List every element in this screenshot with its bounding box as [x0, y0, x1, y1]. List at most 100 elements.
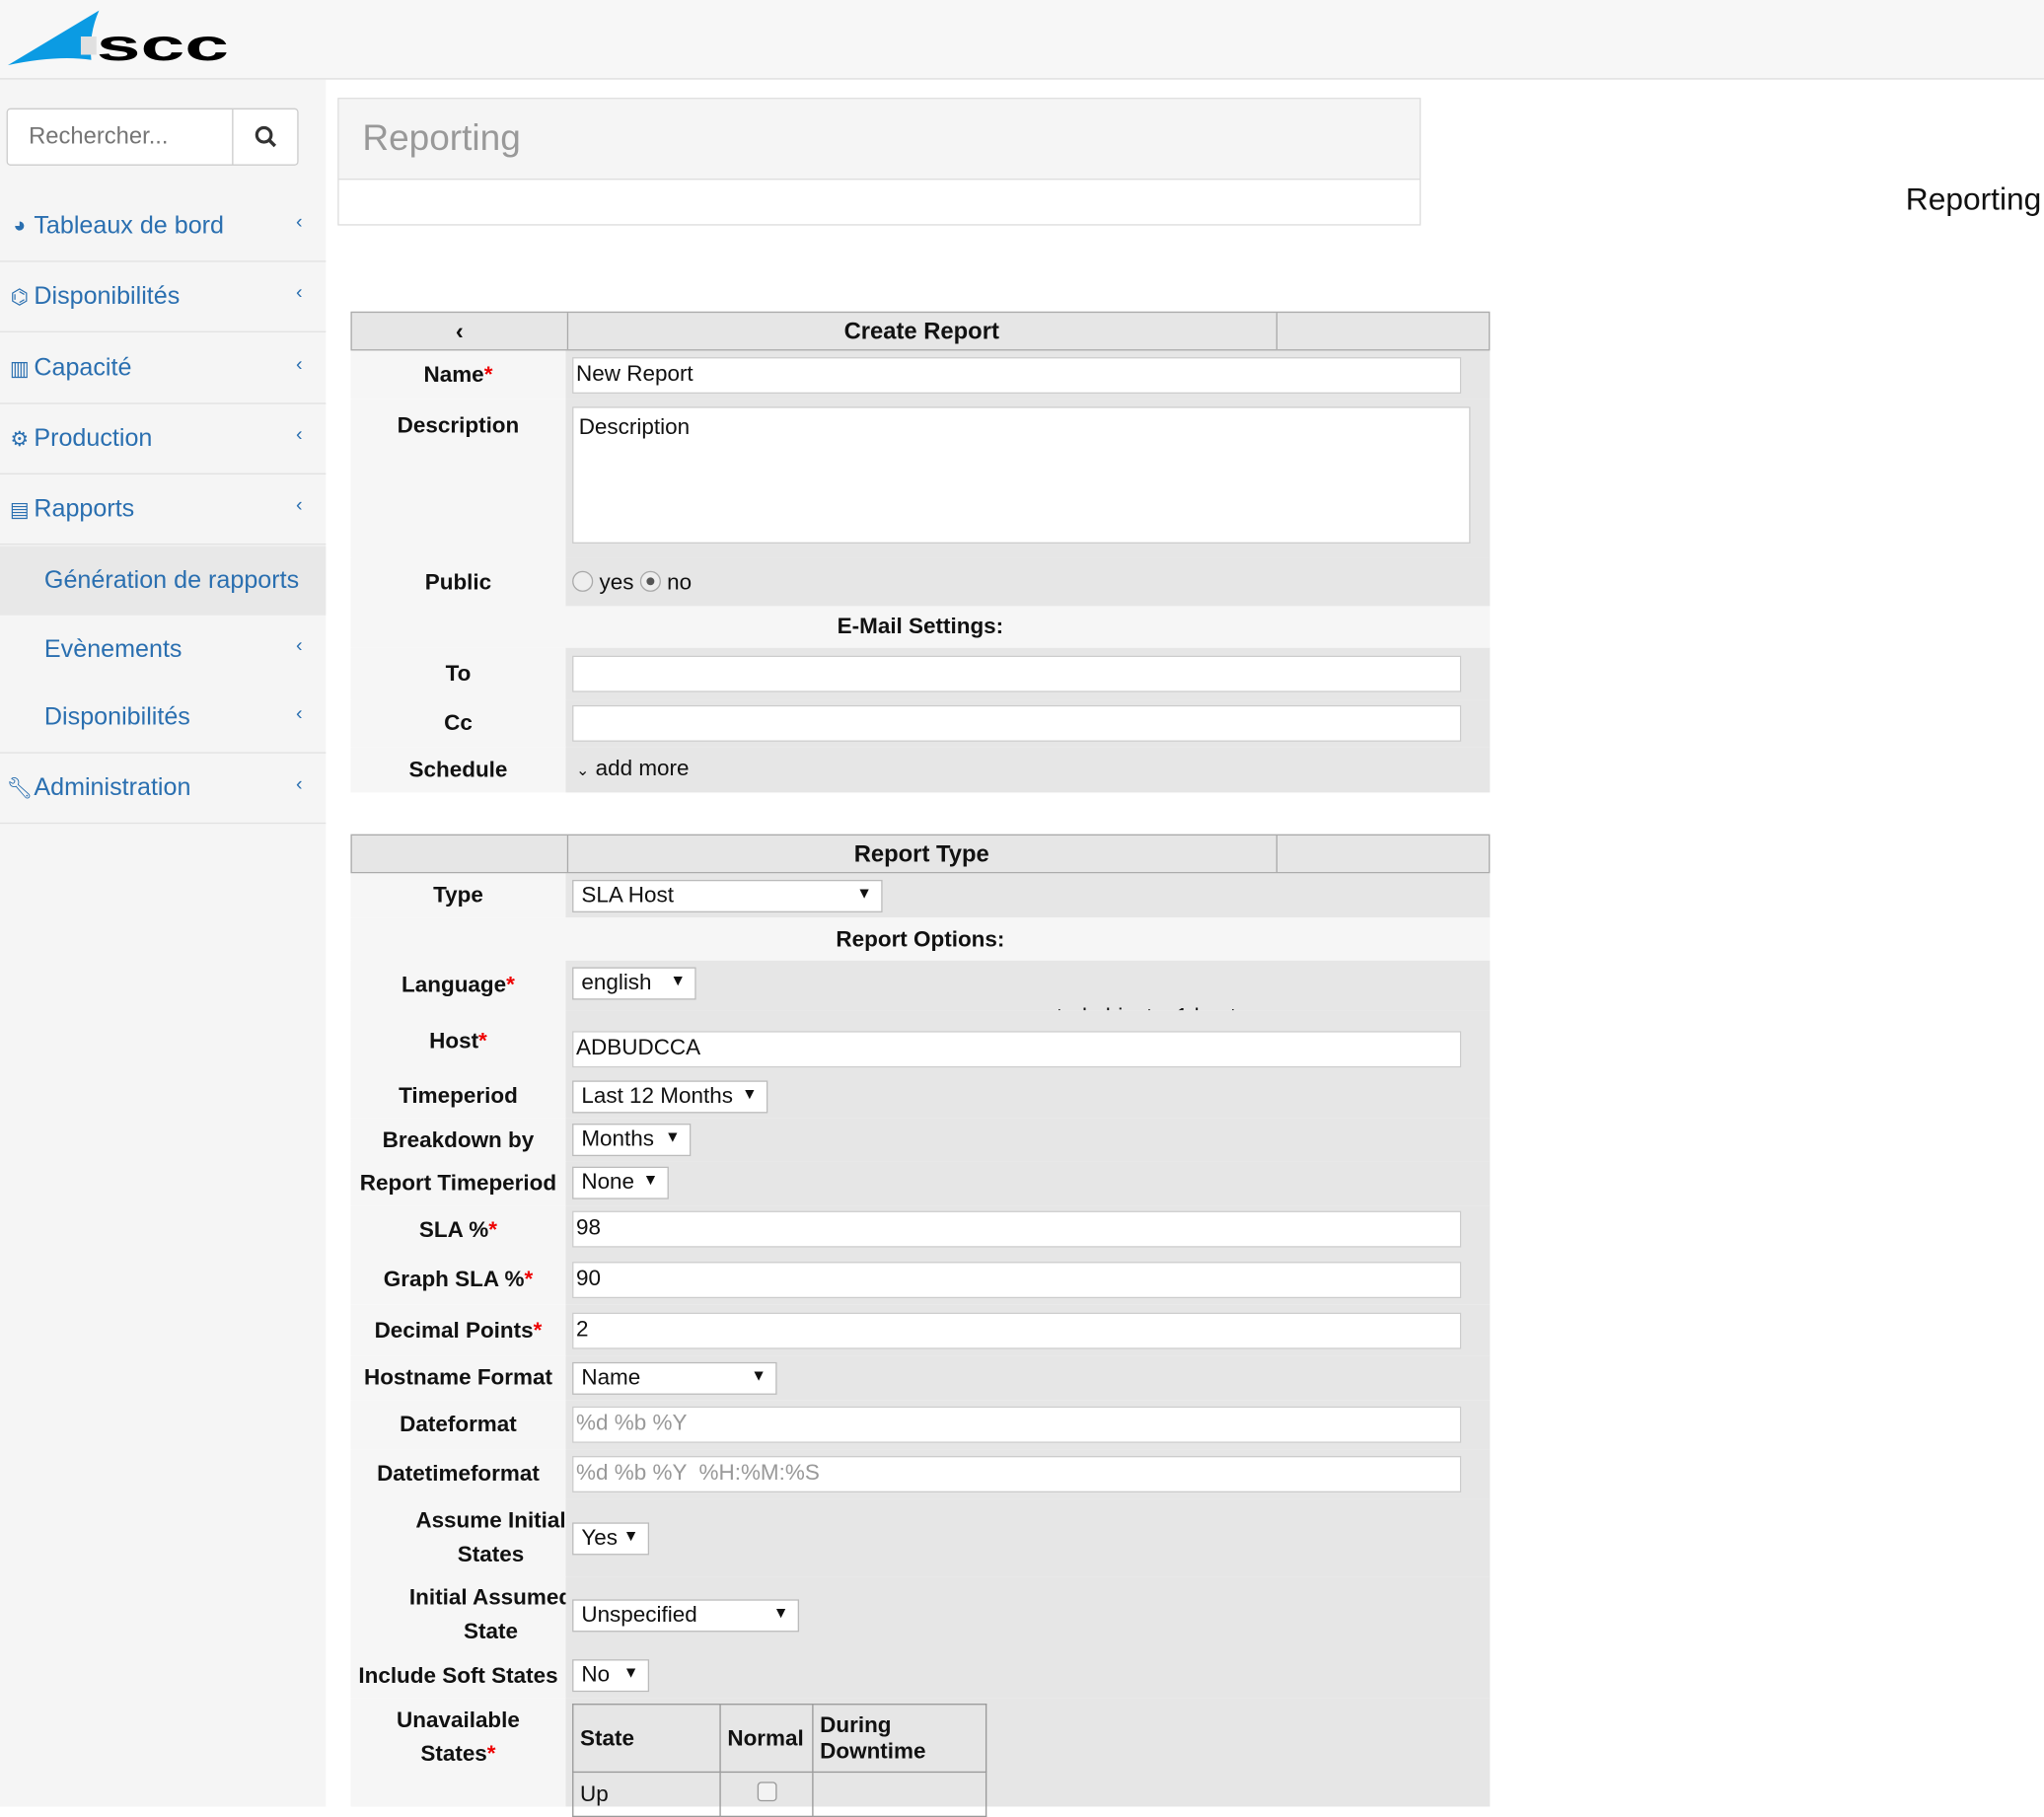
sidebar-item-reports[interactable]: ▤ Rapports ‹ [0, 474, 327, 545]
language-select[interactable]: english ▼ [572, 967, 696, 1000]
caret-down-icon: ▼ [772, 1603, 789, 1622]
search-button[interactable] [232, 109, 298, 165]
svg-text:scc: scc [97, 20, 229, 67]
unavailable-states-row: Unavailable States* State Normal During … [350, 1698, 1491, 1817]
description-textarea[interactable]: Description [572, 406, 1471, 545]
schedule-label: Schedule [350, 747, 566, 793]
name-row: Name * New Report [350, 350, 1491, 400]
datetimeformat-input[interactable]: %d %b %Y %H:%M:%S [572, 1456, 1462, 1493]
caret-down-icon: ▼ [622, 1663, 639, 1682]
include-soft-states-select[interactable]: No ▼ [572, 1659, 650, 1693]
create-report-header: ‹ Create Report [350, 311, 1491, 351]
sidebar-item-availability[interactable]: ⌬ Disponibilités ‹ [0, 262, 327, 332]
to-label: To [350, 647, 566, 700]
dashboard-icon: ◕ [13, 214, 27, 237]
type-row: Type SLA Host ▼ [350, 873, 1491, 918]
cc-input[interactable] [572, 704, 1462, 742]
header-spacer [1277, 836, 1489, 872]
timeperiod-select[interactable]: Last 12 Months ▼ [572, 1080, 768, 1114]
unavailable-states-table: State Normal During Downtime Up [572, 1704, 987, 1817]
chevron-left-icon: ‹ [295, 702, 303, 725]
graph-sla-row: Graph SLA % * 90 [350, 1255, 1491, 1305]
name-label: Name * [350, 350, 566, 400]
chevron-left-icon: ‹ [295, 353, 303, 376]
description-row: Description Description [350, 399, 1491, 558]
decimal-points-row: Decimal Points * 2 [350, 1304, 1491, 1356]
reporting-panel: Reporting [337, 98, 1422, 226]
hostname-format-row: Hostname Format Name ▼ [350, 1355, 1491, 1401]
sidebar-item-capacity[interactable]: ▥ Capacité ‹ [0, 333, 327, 404]
language-label: Language * [350, 960, 566, 1011]
search-input[interactable] [7, 109, 238, 162]
header-spacer [352, 836, 569, 873]
caret-down-icon: ▼ [622, 1526, 639, 1545]
page-heading-right: Reporting [1905, 182, 2042, 218]
chevron-down-icon: ⌄ [576, 761, 590, 780]
sla-row: SLA % * 98 [350, 1205, 1491, 1256]
to-input[interactable] [572, 655, 1462, 692]
add-more-label: add more [595, 756, 690, 781]
sidebar-item-dashboards[interactable]: ◕ Tableaux de bord ‹ [0, 191, 327, 262]
timeperiod-label: Timeperiod [350, 1072, 566, 1119]
back-button[interactable]: ‹ [352, 313, 569, 350]
col-normal: Normal [719, 1704, 814, 1774]
decimal-points-input[interactable]: 2 [572, 1312, 1462, 1349]
timeperiod-row: Timeperiod Last 12 Months ▼ [350, 1072, 1491, 1119]
caret-down-icon: ▼ [742, 1084, 758, 1103]
initial-assumed-state-row: Initial Assumed State Unspecified ▼ [350, 1576, 1491, 1653]
caret-down-icon: ▼ [751, 1365, 766, 1385]
assume-initial-states-select[interactable]: Yes ▼ [572, 1522, 650, 1556]
public-label: Public [350, 557, 566, 607]
report-timeperiod-select[interactable]: None ▼ [572, 1166, 669, 1199]
sidebar-item-administration[interactable]: 🔧︎ Administration ‹ [0, 754, 327, 825]
create-report-title: Create Report [567, 313, 1278, 350]
public-row: Public yes no [350, 557, 1491, 607]
wrench-icon: 🔧︎ [6, 777, 34, 800]
hostname-format-select[interactable]: Name ▼ [572, 1361, 777, 1395]
cc-label: Cc [350, 699, 566, 748]
report-timeperiod-label: Report Timeperiod [350, 1161, 566, 1206]
include-soft-states-row: Include Soft States No ▼ [350, 1652, 1491, 1699]
type-select[interactable]: SLA Host ▼ [572, 879, 883, 912]
state-cell: Up [572, 1771, 721, 1817]
sla-input[interactable]: 98 [572, 1210, 1462, 1248]
search-icon [255, 125, 277, 148]
report-options-header: Report Options: [350, 917, 1491, 961]
breakdown-select[interactable]: Months ▼ [572, 1124, 692, 1157]
sidebar-item-report-generation[interactable]: Génération de rapports [0, 545, 327, 616]
report-timeperiod-row: Report Timeperiod None ▼ [350, 1161, 1491, 1206]
report-type-title: Report Type [567, 836, 1278, 873]
host-input[interactable]: ADBUDCCA [572, 1031, 1462, 1068]
top-header: scc Reporting [0, 0, 2044, 218]
unavailable-states-label: Unavailable States* [350, 1698, 566, 1807]
schedule-row: Schedule ⌄ add more [350, 747, 1491, 793]
breakdown-label: Breakdown by [350, 1118, 566, 1162]
file-icon: ▤ [9, 498, 30, 521]
report-type-form: Report Type Type SLA Host ▼ Report Option… [350, 834, 1491, 1817]
add-more-toggle[interactable]: ⌄ add more [565, 747, 1491, 793]
chevron-left-icon: ‹ [295, 634, 303, 657]
col-state: State [572, 1704, 721, 1774]
public-yes-radio[interactable] [572, 570, 594, 592]
sidebar-item-events[interactable]: Evènements ‹ [0, 616, 326, 686]
report-type-header: Report Type [350, 834, 1491, 874]
email-settings-header: E-Mail Settings: [350, 606, 1491, 648]
to-row: To [350, 647, 1491, 700]
hostname-format-label: Hostname Format [350, 1355, 566, 1401]
host-row: Host * ADBUDCCA [350, 1010, 1491, 1073]
sla-label: SLA % * [350, 1205, 566, 1256]
decimal-points-label: Decimal Points * [350, 1304, 566, 1356]
sidebar-item-availability-reports[interactable]: Disponibilités ‹ [0, 683, 327, 754]
initial-assumed-state-select[interactable]: Unspecified ▼ [572, 1599, 800, 1633]
scc-logo[interactable]: scc [5, 8, 272, 68]
dateformat-input[interactable]: %d %b %Y [572, 1406, 1462, 1443]
caret-down-icon: ▼ [670, 971, 687, 989]
sidebar-item-production[interactable]: ⚙ Production ‹ [0, 404, 327, 474]
public-no-radio[interactable] [639, 570, 661, 592]
gears-icon: ⚙ [10, 428, 30, 451]
name-input[interactable]: New Report [572, 357, 1462, 395]
normal-checkbox[interactable] [757, 1781, 776, 1801]
chevron-left-icon: ‹ [295, 493, 303, 517]
breakdown-row: Breakdown by Months ▼ [350, 1118, 1491, 1162]
graph-sla-input[interactable]: 90 [572, 1262, 1462, 1299]
